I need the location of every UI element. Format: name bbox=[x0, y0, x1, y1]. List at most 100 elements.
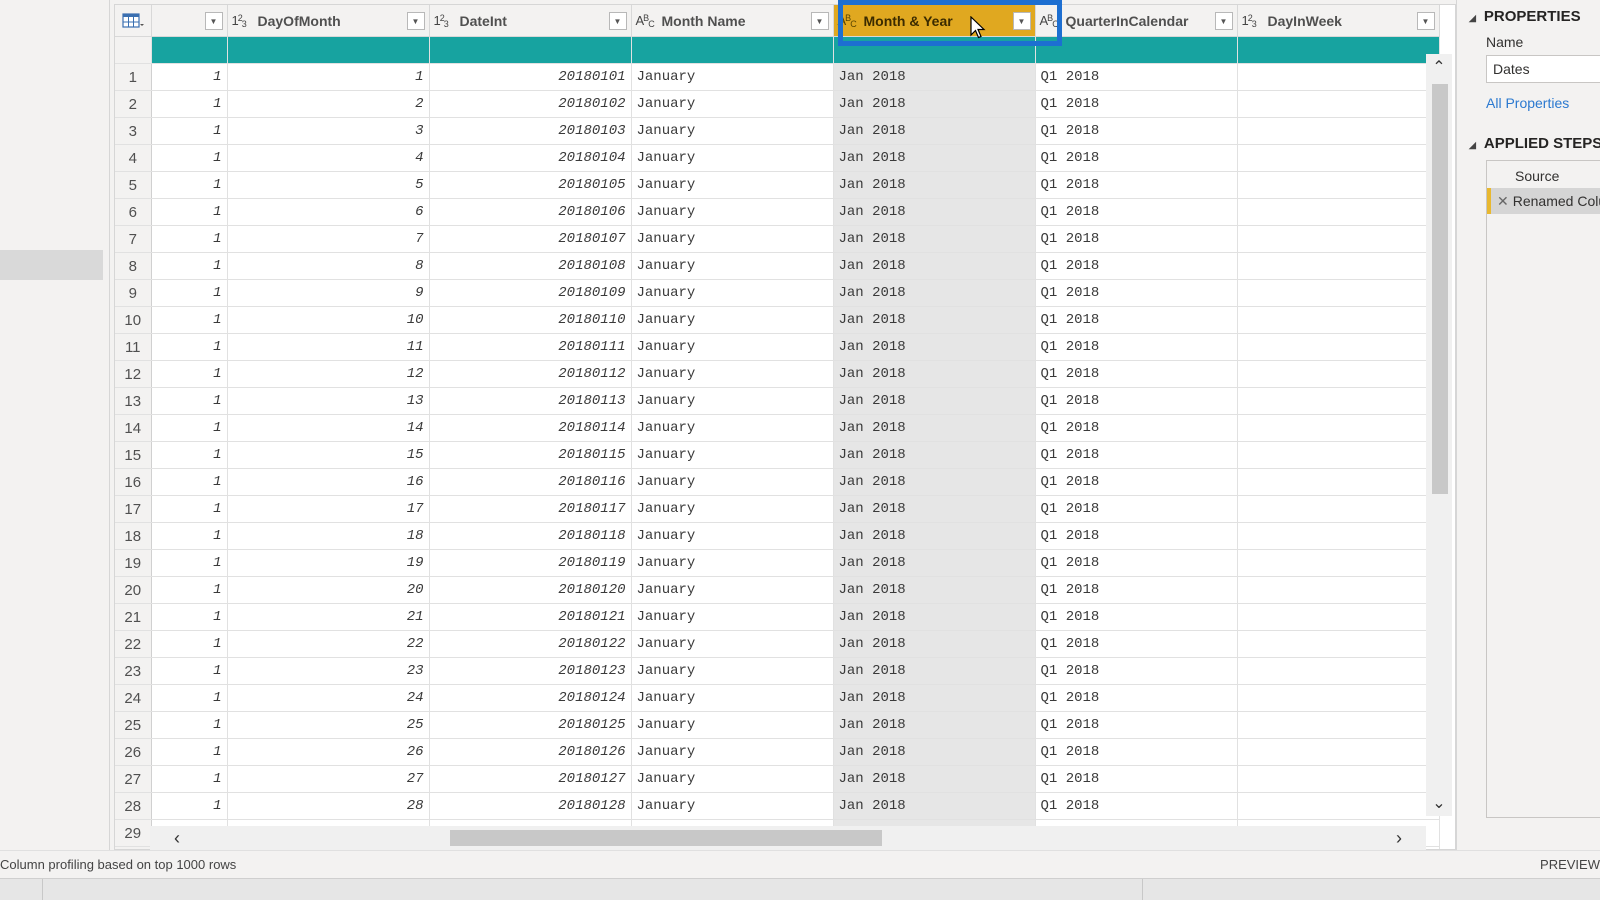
row-number[interactable]: 21 bbox=[115, 603, 152, 631]
table-cell[interactable]: 20180122 bbox=[429, 630, 632, 658]
table-cell[interactable]: 28 bbox=[227, 792, 430, 820]
row-number[interactable]: 11 bbox=[115, 333, 152, 361]
table-cell[interactable]: 1 bbox=[151, 63, 228, 91]
table-cell[interactable]: Jan 2018 bbox=[833, 549, 1036, 577]
table-cell[interactable] bbox=[1237, 495, 1440, 523]
table-cell[interactable]: 26 bbox=[227, 738, 430, 766]
table-cell[interactable]: Jan 2018 bbox=[833, 414, 1036, 442]
table-cell[interactable]: 20180115 bbox=[429, 441, 632, 469]
row-number[interactable]: 1 bbox=[115, 63, 152, 91]
table-cell[interactable]: Jan 2018 bbox=[833, 684, 1036, 712]
table-cell[interactable]: Jan 2018 bbox=[833, 279, 1036, 307]
row-number[interactable]: 22 bbox=[115, 630, 152, 658]
table-cell[interactable] bbox=[1237, 90, 1440, 118]
table-cell[interactable]: Q1 2018 bbox=[1035, 144, 1238, 172]
table-cell[interactable]: Q1 2018 bbox=[1035, 792, 1238, 820]
table-cell[interactable]: 1 bbox=[151, 603, 228, 631]
table-cell[interactable]: Jan 2018 bbox=[833, 63, 1036, 91]
table-cell[interactable]: 20180103 bbox=[429, 117, 632, 145]
table-cell[interactable] bbox=[1237, 279, 1440, 307]
table-cell[interactable]: 1 bbox=[151, 576, 228, 604]
table-cell[interactable]: January bbox=[631, 765, 834, 793]
table-cell[interactable]: 20180112 bbox=[429, 360, 632, 388]
table-cell[interactable]: January bbox=[631, 252, 834, 280]
row-number[interactable]: 20 bbox=[115, 576, 152, 604]
column-header[interactable]: ABC QuarterInCalendar ▼ bbox=[1035, 5, 1238, 37]
table-cell[interactable]: 1 bbox=[151, 630, 228, 658]
column-header[interactable]: 123 DayInWeek ▼ bbox=[1237, 5, 1440, 37]
table-cell[interactable] bbox=[1237, 630, 1440, 658]
scroll-up-button[interactable]: ⌃ bbox=[1426, 54, 1452, 80]
table-cell[interactable]: Q1 2018 bbox=[1035, 117, 1238, 145]
table-cell[interactable]: 20180118 bbox=[429, 522, 632, 550]
table-cell[interactable]: 3 bbox=[227, 117, 430, 145]
row-number[interactable]: 12 bbox=[115, 360, 152, 388]
table-cell[interactable]: Jan 2018 bbox=[833, 738, 1036, 766]
table-cell[interactable]: Q1 2018 bbox=[1035, 657, 1238, 685]
table-cell[interactable]: January bbox=[631, 711, 834, 739]
filter-dropdown-button[interactable]: ▼ bbox=[810, 12, 829, 30]
table-cell[interactable] bbox=[1237, 171, 1440, 199]
table-cell[interactable]: Q1 2018 bbox=[1035, 252, 1238, 280]
table-cell[interactable]: 1 bbox=[151, 765, 228, 793]
table-cell[interactable]: Q1 2018 bbox=[1035, 279, 1238, 307]
table-cell[interactable]: Jan 2018 bbox=[833, 765, 1036, 793]
table-cell[interactable]: 1 bbox=[151, 306, 228, 334]
table-cell[interactable]: 20 bbox=[227, 576, 430, 604]
table-cell[interactable]: 1 bbox=[151, 225, 228, 253]
column-header[interactable]: 123 DateInt ▼ bbox=[429, 5, 632, 37]
table-cell[interactable]: 23 bbox=[227, 657, 430, 685]
vertical-scrollbar[interactable]: ⌃ ⌄ bbox=[1426, 54, 1452, 816]
table-cell[interactable]: January bbox=[631, 738, 834, 766]
table-cell[interactable]: 1 bbox=[151, 198, 228, 226]
table-cell[interactable]: January bbox=[631, 495, 834, 523]
table-cell[interactable]: Jan 2018 bbox=[833, 117, 1036, 145]
column-header[interactable]: 123 DayOfMonth ▼ bbox=[227, 5, 430, 37]
table-cell[interactable]: January bbox=[631, 117, 834, 145]
delete-step-icon[interactable]: ✕ bbox=[1497, 193, 1509, 209]
step-source[interactable]: Source bbox=[1487, 163, 1600, 189]
table-cell[interactable]: 10 bbox=[227, 306, 430, 334]
row-number[interactable]: 29 bbox=[115, 819, 152, 847]
table-cell[interactable]: 1 bbox=[151, 468, 228, 496]
table-cell[interactable]: 20180104 bbox=[429, 144, 632, 172]
table-cell[interactable]: 20180124 bbox=[429, 684, 632, 712]
table-cell[interactable]: Jan 2018 bbox=[833, 333, 1036, 361]
table-cell[interactable]: 1 bbox=[151, 360, 228, 388]
table-cell[interactable]: January bbox=[631, 684, 834, 712]
table-cell[interactable]: 20180117 bbox=[429, 495, 632, 523]
table-cell[interactable]: 1 bbox=[151, 414, 228, 442]
table-cell[interactable]: 11 bbox=[227, 333, 430, 361]
table-cell[interactable]: 1 bbox=[151, 387, 228, 415]
table-cell[interactable]: 1 bbox=[227, 63, 430, 91]
table-cell[interactable]: 20180108 bbox=[429, 252, 632, 280]
scroll-left-button[interactable]: ‹ bbox=[164, 826, 190, 850]
table-cell[interactable]: January bbox=[631, 198, 834, 226]
table-cell[interactable] bbox=[1237, 306, 1440, 334]
table-menu-button[interactable] bbox=[115, 5, 152, 37]
table-cell[interactable]: Q1 2018 bbox=[1035, 765, 1238, 793]
row-number[interactable]: 4 bbox=[115, 144, 152, 172]
table-cell[interactable]: Q1 2018 bbox=[1035, 711, 1238, 739]
table-cell[interactable]: 1 bbox=[151, 117, 228, 145]
table-cell[interactable] bbox=[1237, 468, 1440, 496]
table-cell[interactable]: Jan 2018 bbox=[833, 360, 1036, 388]
table-cell[interactable]: 1 bbox=[151, 657, 228, 685]
table-cell[interactable]: Jan 2018 bbox=[833, 306, 1036, 334]
filter-dropdown-button[interactable]: ▼ bbox=[608, 12, 627, 30]
table-cell[interactable] bbox=[1237, 576, 1440, 604]
table-cell[interactable] bbox=[1237, 711, 1440, 739]
table-cell[interactable]: 20180102 bbox=[429, 90, 632, 118]
table-cell[interactable]: 20180120 bbox=[429, 576, 632, 604]
filter-dropdown-button[interactable]: ▼ bbox=[1214, 12, 1233, 30]
table-cell[interactable] bbox=[1237, 549, 1440, 577]
table-cell[interactable]: 2 bbox=[227, 90, 430, 118]
table-cell[interactable]: 27 bbox=[227, 765, 430, 793]
table-cell[interactable]: Q1 2018 bbox=[1035, 333, 1238, 361]
table-cell[interactable]: January bbox=[631, 333, 834, 361]
table-cell[interactable]: 1 bbox=[151, 549, 228, 577]
table-cell[interactable]: 22 bbox=[227, 630, 430, 658]
table-cell[interactable]: 20180114 bbox=[429, 414, 632, 442]
table-cell[interactable]: 9 bbox=[227, 279, 430, 307]
table-cell[interactable]: 20180119 bbox=[429, 549, 632, 577]
